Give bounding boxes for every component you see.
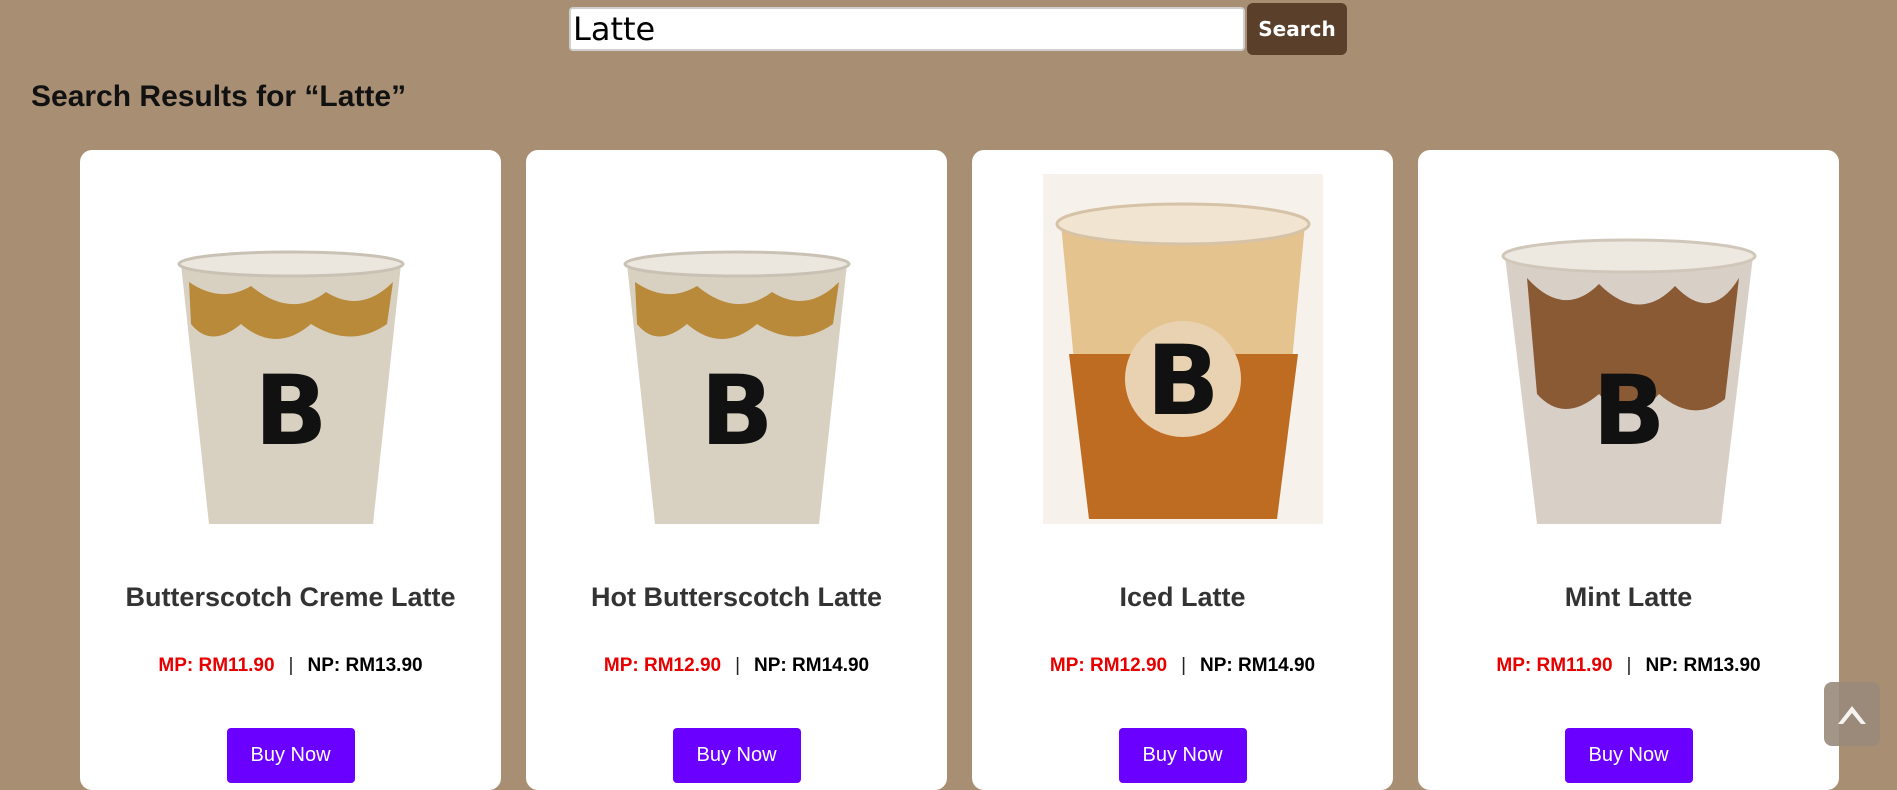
chevron-up-icon — [1838, 706, 1866, 724]
price-separator: | — [735, 655, 741, 676]
member-price: MP: RM11.90 — [158, 655, 275, 676]
price-row: MP: RM11.90 | NP: RM13.90 — [1418, 655, 1839, 677]
price-separator: | — [288, 655, 294, 676]
product-card: B Mint Latte MP: RM11.90 | NP: RM13.90 B… — [1418, 150, 1839, 790]
member-price: MP: RM12.90 — [1049, 655, 1168, 676]
product-name: Butterscotch Creme Latte — [125, 582, 456, 612]
scroll-to-top-button[interactable] — [1824, 682, 1880, 746]
product-card: B Hot Butterscotch Latte MP: RM12.90 | N… — [526, 150, 947, 790]
svg-text:B: B — [700, 355, 773, 467]
normal-price: NP: RM14.90 — [1200, 655, 1316, 676]
normal-price: NP: RM14.90 — [754, 655, 870, 676]
member-price: MP: RM12.90 — [603, 655, 722, 676]
buy-now-button[interactable]: Buy Now — [1118, 728, 1247, 783]
member-price: MP: RM11.90 — [1496, 655, 1613, 676]
price-row: MP: RM12.90 | NP: RM14.90 — [526, 655, 947, 677]
svg-text:B: B — [254, 355, 327, 467]
svg-text:B: B — [1592, 355, 1665, 467]
search-results-heading: Search Results for “Latte” — [31, 80, 407, 113]
product-name: Hot Butterscotch Latte — [590, 582, 882, 612]
buy-now-button[interactable]: Buy Now — [226, 728, 355, 783]
product-image: B — [623, 250, 850, 524]
normal-price: NP: RM13.90 — [307, 655, 423, 676]
price-separator: | — [1626, 655, 1632, 676]
svg-text:B: B — [1146, 325, 1219, 437]
product-name: Iced Latte — [1119, 582, 1246, 612]
buy-now-button[interactable]: Buy Now — [672, 728, 801, 783]
search-button[interactable]: Search — [1247, 3, 1347, 55]
product-grid: B Butterscotch Creme Latte MP: RM11.90 |… — [80, 150, 1839, 790]
price-separator: | — [1181, 655, 1187, 676]
product-name: Mint Latte — [1564, 582, 1693, 612]
price-row: MP: RM12.90 | NP: RM14.90 — [972, 655, 1393, 677]
product-image: B — [1042, 174, 1323, 524]
product-card: B Iced Latte MP: RM12.90 | NP: RM14.90 B… — [972, 150, 1393, 790]
buy-now-button[interactable]: Buy Now — [1564, 728, 1693, 783]
search-bar: Search — [569, 3, 1347, 55]
search-input[interactable] — [569, 7, 1245, 51]
price-row: MP: RM11.90 | NP: RM13.90 — [80, 655, 501, 677]
product-card: B Butterscotch Creme Latte MP: RM11.90 |… — [80, 150, 501, 790]
product-image: B — [1501, 238, 1756, 524]
product-image: B — [177, 250, 404, 524]
normal-price: NP: RM13.90 — [1645, 655, 1761, 676]
